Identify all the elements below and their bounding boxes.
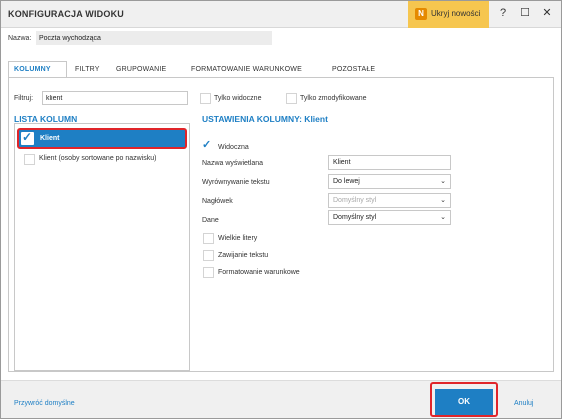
text-align-select[interactable]: Do lewej ⌄ (328, 174, 451, 189)
dialog-title: KONFIGURACJA WIDOKU (8, 9, 124, 19)
conditional-format-checkbox[interactable] (203, 267, 214, 278)
display-name-label: Nazwa wyświetlana (202, 160, 264, 167)
close-icon[interactable]: ✕ (540, 6, 554, 20)
news-badge-icon: N (415, 8, 427, 20)
tab-other[interactable]: POZOSTAŁE (332, 66, 375, 73)
only-visible-checkbox[interactable] (200, 93, 211, 104)
view-name-label: Nazwa: (8, 35, 32, 42)
data-label: Dane (202, 217, 219, 224)
column-settings-title: USTAWIENIA KOLUMNY: Klient (202, 114, 328, 124)
cancel-link[interactable]: Anuluj (514, 400, 533, 407)
ok-button[interactable]: OK (435, 389, 493, 415)
tab-filters[interactable]: FILTRY (75, 66, 100, 73)
list-item-checkbox[interactable] (24, 154, 35, 165)
tab-conditional-formatting[interactable]: FORMATOWANIE WARUNKOWE (191, 66, 302, 73)
only-visible-label: Tylko widoczne (214, 95, 262, 102)
wrap-text-checkbox[interactable] (203, 250, 214, 261)
only-modified-checkbox[interactable] (286, 93, 297, 104)
header-style-select[interactable]: Domyślny styl ⌄ (328, 193, 451, 208)
text-align-value: Do lewej (333, 178, 360, 185)
conditional-format-label: Formatowanie warunkowe (218, 269, 300, 276)
hide-news-label: Ukryj nowości (431, 9, 481, 18)
restore-defaults-link[interactable]: Przywróć domyślne (14, 400, 75, 407)
uppercase-checkbox[interactable] (203, 233, 214, 244)
display-name-input[interactable]: Klient (328, 155, 451, 170)
uppercase-label: Wielkie litery (218, 235, 258, 242)
wrap-text-label: Zawijanie tekstu (218, 252, 269, 259)
text-align-label: Wyrównywanie tekstu (202, 179, 270, 186)
data-style-value: Domyślny styl (333, 214, 377, 221)
help-icon[interactable]: ? (496, 6, 510, 20)
view-name-input[interactable] (36, 31, 272, 45)
chevron-down-icon: ⌄ (440, 197, 446, 204)
check-icon[interactable]: ✓ (21, 130, 34, 145)
only-modified-label: Tylko zmodyfikowane (300, 95, 367, 102)
maximize-icon[interactable]: ☐ (518, 6, 532, 20)
data-style-select[interactable]: Domyślny styl ⌄ (328, 210, 451, 225)
visible-checkbox[interactable]: ✓ (202, 139, 213, 152)
chevron-down-icon: ⌄ (440, 178, 446, 185)
header-label: Nagłówek (202, 198, 233, 205)
tab-grouping[interactable]: GRUPOWANIE (116, 66, 166, 73)
filter-label: Filtruj: (14, 95, 34, 102)
filter-input[interactable] (42, 91, 188, 105)
header-style-value: Domyślny styl (333, 197, 377, 204)
chevron-down-icon: ⌄ (440, 214, 446, 221)
list-item-label[interactable]: Klient (osoby sortowane po nazwisku) (39, 155, 157, 162)
tab-columns[interactable]: KOLUMNY (14, 66, 51, 73)
list-item-label: Klient (40, 135, 60, 142)
visible-label: Widoczna (218, 144, 249, 151)
